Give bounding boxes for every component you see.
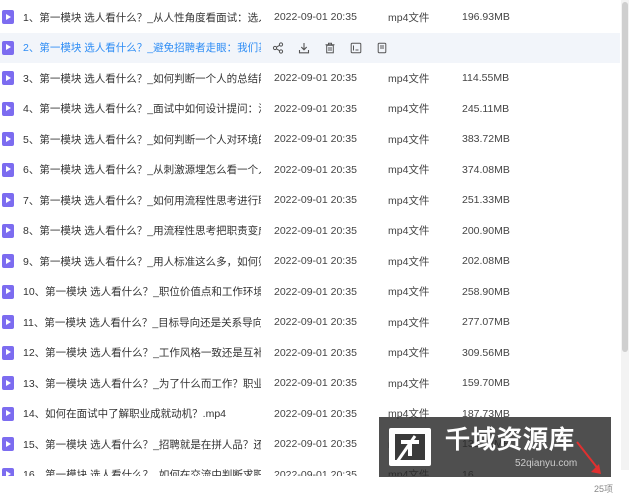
file-size: 245.11MB (462, 102, 510, 115)
file-list: 1、第一模块 选人看什么？_从人性角度看面试：选人看… 2022-09-01 20… (0, 2, 620, 476)
watermark-title: 千域资源库 (445, 424, 576, 454)
video-file-icon (2, 40, 14, 55)
file-type: mp4文件 (388, 164, 430, 177)
file-type: mp4文件 (388, 347, 430, 360)
modified-time: 2022-09-01 20:35 (274, 133, 357, 146)
file-row[interactable]: 8、第一模块 选人看什么？_用流程性思考把职责变成能… 2022-09-01 20… (0, 216, 620, 247)
share-icon[interactable] (272, 41, 298, 55)
file-type: mp4文件 (388, 133, 430, 146)
video-file-icon (2, 10, 14, 24)
video-file-icon (2, 284, 14, 299)
modified-time: 2022-09-01 20:35 (274, 346, 357, 359)
file-name[interactable]: 13、第一模块 选人看什么？_为了什么而工作？职业成就… (23, 376, 261, 391)
modified-time: 2022-09-01 20:35 (274, 316, 357, 329)
file-name[interactable]: 11、第一模块 选人看什么？_目标导向还是关系导向，不… (23, 315, 261, 330)
file-size: 258.90MB (462, 285, 510, 298)
file-size: 374.08MB (462, 163, 510, 176)
file-name[interactable]: 7、第一模块 选人看什么？_如何用流程性思考进行职位… (23, 193, 261, 208)
modified-time: 2022-09-01 20:35 (274, 11, 357, 24)
file-size: 196.93MB (462, 11, 510, 24)
video-file-icon (2, 132, 14, 146)
rename-icon[interactable] (350, 41, 376, 55)
modified-time: 2022-09-01 20:35 (274, 377, 357, 390)
video-file-icon (2, 101, 14, 116)
file-name[interactable]: 12、第一模块 选人看什么？_工作风格一致还是互补，团… (23, 345, 261, 360)
file-row[interactable]: 12、第一模块 选人看什么？_工作风格一致还是互补，团… 2022-09-01 2… (0, 338, 620, 369)
video-file-icon (2, 467, 14, 476)
file-row[interactable]: 13、第一模块 选人看什么？_为了什么而工作？职业成就… 2022-09-01 2… (0, 368, 620, 399)
file-name[interactable]: 8、第一模块 选人看什么？_用流程性思考把职责变成能… (23, 223, 261, 238)
file-row[interactable]: 1、第一模块 选人看什么？_从人性角度看面试：选人看… 2022-09-01 20… (0, 2, 620, 33)
row-actions (272, 41, 402, 55)
scrollbar[interactable] (621, 0, 629, 470)
file-name[interactable]: 14、如何在面试中了解职业成就动机？.mp4 (23, 406, 261, 421)
watermark-logo (389, 428, 431, 466)
file-name[interactable]: 2、第一模块 选人看什么？_避免招聘者走眼：我们基于… (23, 40, 261, 55)
cursor-arrow-icon (576, 441, 601, 474)
file-row[interactable]: 9、第一模块 选人看什么？_用人标准这么多，如何筛选… 2022-09-01 20… (0, 246, 620, 277)
file-size: 202.08MB (462, 255, 510, 268)
file-name[interactable]: 9、第一模块 选人看什么？_用人标准这么多，如何筛选… (23, 254, 261, 269)
delete-icon[interactable] (324, 41, 350, 55)
file-name[interactable]: 10、第一模块 选人看什么？_职位价值点和工作环境分析… (23, 284, 261, 299)
file-row[interactable]: 2、第一模块 选人看什么？_避免招聘者走眼：我们基于… (0, 32, 620, 63)
video-file-icon (2, 162, 14, 177)
file-row[interactable]: 6、第一模块 选人看什么？_从刺激源埋怎么看一个人的… 2022-09-01 20… (0, 155, 620, 186)
file-name[interactable]: 16、第一模块 选人看什么？_如何在交流中判断求职动机… (23, 467, 261, 476)
video-file-icon (2, 193, 14, 207)
file-type: mp4文件 (388, 194, 430, 207)
video-file-icon (2, 376, 14, 390)
file-type: mp4文件 (388, 103, 430, 116)
file-type: mp4文件 (388, 72, 430, 85)
file-name[interactable]: 6、第一模块 选人看什么？_从刺激源埋怎么看一个人的… (23, 162, 261, 177)
file-size: 251.33MB (462, 194, 510, 207)
file-size: 383.72MB (462, 133, 510, 146)
modified-time: 2022-09-01 20:35 (274, 194, 357, 207)
modified-time: 2022-09-01 20:35 (274, 468, 357, 476)
file-row[interactable]: 7、第一模块 选人看什么？_如何用流程性思考进行职位… 2022-09-01 20… (0, 185, 620, 216)
file-type: mp4文件 (388, 225, 430, 238)
modified-time: 2022-09-01 20:35 (274, 407, 357, 420)
video-file-icon (2, 345, 14, 360)
file-size: 309.56MB (462, 346, 510, 359)
file-name[interactable]: 3、第一模块 选人看什么？_如何判断一个人的总结能力… (23, 71, 261, 86)
video-file-icon (2, 254, 14, 268)
file-size: 200.90MB (462, 224, 510, 237)
modified-time: 2022-09-01 20:35 (274, 163, 357, 176)
modified-time: 2022-09-01 20:35 (274, 224, 357, 237)
file-row[interactable]: 11、第一模块 选人看什么？_目标导向还是关系导向，不… 2022-09-01 2… (0, 307, 620, 338)
modified-time: 2022-09-01 20:35 (274, 438, 357, 451)
modified-time: 2022-09-01 20:35 (274, 72, 357, 85)
watermark-url: 52qianyu.com (515, 457, 578, 469)
more-icon[interactable] (376, 41, 402, 55)
file-name[interactable]: 4、第一模块 选人看什么？_面试中如何设计提问：注意… (23, 101, 261, 116)
video-file-icon (2, 71, 14, 85)
video-file-icon (2, 406, 14, 421)
file-row[interactable]: 10、第一模块 选人看什么？_职位价值点和工作环境分析… 2022-09-01 2… (0, 277, 620, 308)
file-size: 277.07MB (462, 316, 510, 329)
scrollbar-thumb[interactable] (622, 2, 628, 352)
file-row[interactable]: 4、第一模块 选人看什么？_面试中如何设计提问：注意… 2022-09-01 20… (0, 94, 620, 125)
video-file-icon (2, 315, 14, 329)
download-icon[interactable] (298, 41, 324, 55)
modified-time: 2022-09-01 20:35 (274, 255, 357, 268)
file-name[interactable]: 15、第一模块 选人看什么？_招聘就是在拼人品？还看价… (23, 437, 261, 452)
file-type: mp4文件 (388, 11, 430, 24)
file-type: mp4文件 (388, 255, 430, 268)
file-row[interactable]: 3、第一模块 选人看什么？_如何判断一个人的总结能力… 2022-09-01 20… (0, 63, 620, 94)
video-file-icon (2, 223, 14, 238)
file-name[interactable]: 1、第一模块 选人看什么？_从人性角度看面试：选人看… (23, 10, 261, 25)
file-type: mp4文件 (388, 286, 430, 299)
file-name[interactable]: 5、第一模块 选人看什么？_如何判断一个人对环境的适… (23, 132, 261, 147)
video-file-icon (2, 437, 14, 451)
file-size: 159.70MB (462, 377, 510, 390)
modified-time: 2022-09-01 20:35 (274, 285, 357, 298)
file-row[interactable]: 5、第一模块 选人看什么？_如何判断一个人对环境的适… 2022-09-01 20… (0, 124, 620, 155)
file-type: mp4文件 (388, 316, 430, 329)
file-type: mp4文件 (388, 377, 430, 390)
file-size: 114.55MB (462, 72, 510, 85)
modified-time: 2022-09-01 20:35 (274, 102, 357, 115)
item-count: 25项 (593, 484, 613, 494)
